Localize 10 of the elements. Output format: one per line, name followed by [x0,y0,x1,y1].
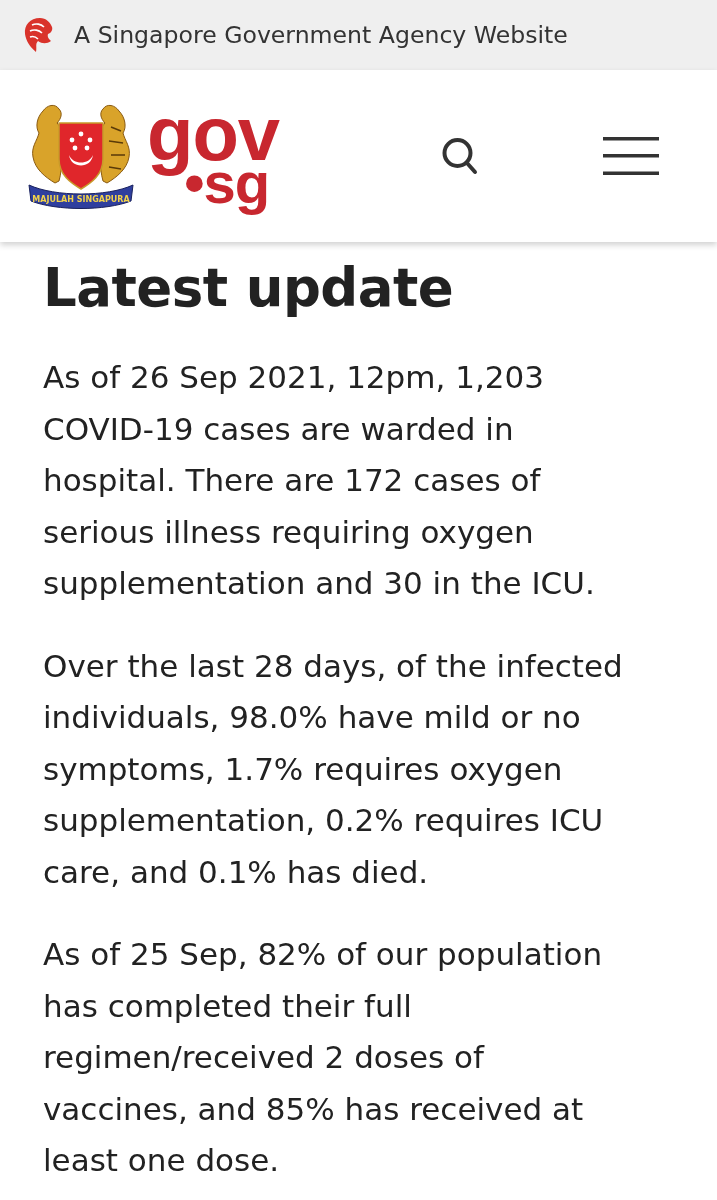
section-heading: Latest update [43,256,455,320]
lion-head-icon [22,17,54,53]
gov-sg-logo[interactable]: gov •sg [147,94,280,214]
paragraph: Over the last 28 days, of the infected individuals, 98.0% have mild or no symptoms, 1.7% requires oxygen supplementation, 0.2% requires ICU care, and 0.1% has died. [43,646,624,892]
menu-icon[interactable] [603,137,659,175]
paragraph: As of 25 Sep, 82% of our population has completed their full regimen/received 2 doses of vaccines, and 85% has received at least one dose. [43,935,604,1180]
search-icon[interactable] [442,137,478,175]
motto-text: MAJULAH SINGAPURA [32,195,130,204]
paragraph: As of 26 Sep 2021, 12pm, 1,203 COVID-19 cases are warded in hospital. There are 172 cases of serious illness requiring oxygen supplementation and 30 in the ICU. [43,358,596,603]
masthead-text: A Singapore Government Agency Website [74,21,568,49]
